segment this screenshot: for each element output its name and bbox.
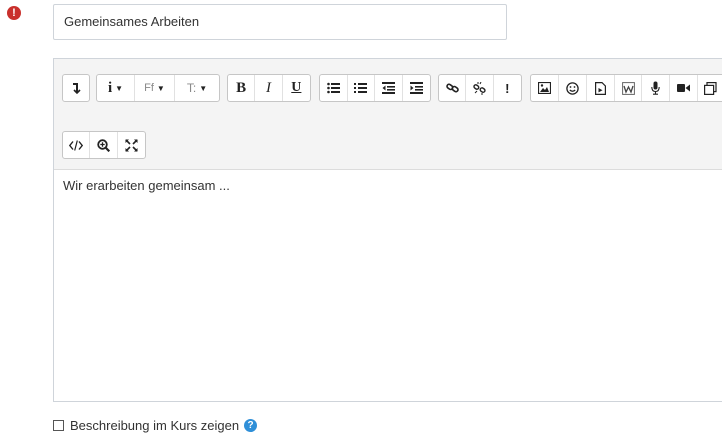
font-family-icon[interactable]: Ff ▼ [135,75,175,101]
bold-button[interactable]: B [228,75,256,101]
show-description-checkbox[interactable] [53,420,64,431]
outdent-icon[interactable] [375,75,403,101]
link-icon[interactable] [439,75,467,101]
question-icon[interactable]: ? [244,419,258,432]
show-description-label: Beschreibung im Kurs zeigen [70,418,240,433]
html-icon[interactable] [63,132,91,158]
editor-toolbar: i ▼ Ff ▼ T: ▼ B I U ! [54,59,722,170]
toolbar-group-links: ! [438,74,522,102]
toolbar-group-lists [319,74,431,102]
info-style-icon[interactable]: i ▼ [97,75,135,101]
show-description-row: Beschreibung im Kurs zeigen ? [53,418,258,433]
italic-label: I [266,79,272,96]
numbered-list-icon[interactable] [348,75,375,101]
italic-button[interactable]: I [255,75,283,101]
toolbar-group-style: i ▼ Ff ▼ T: ▼ [96,74,220,102]
toolbar-group-format: B I U [227,74,311,102]
toolbar-group-other [62,131,146,159]
fullscreen-icon[interactable] [118,132,145,158]
media-icon[interactable] [587,75,615,101]
bullet-list-icon[interactable] [320,75,348,101]
image-icon[interactable] [531,75,559,101]
required-icon: ! [7,6,21,20]
font-family-label: Ff [144,82,154,94]
no-autolink-icon[interactable]: ! [494,75,521,101]
unlink-icon[interactable] [466,75,494,101]
no-autolink-label: ! [505,80,510,96]
info-label: i [107,79,113,96]
indent-icon[interactable] [403,75,430,101]
wiris-icon[interactable] [615,75,643,101]
name-input[interactable]: Gemeinsames Arbeiten [53,4,507,40]
toolbar-group-media [530,74,722,102]
atto-editor: i ▼ Ff ▼ T: ▼ B I U ! Wir erarbeiten gem… [53,58,722,402]
font-size-icon[interactable]: T: ▼ [175,75,219,101]
manage-files-icon[interactable] [698,75,722,101]
bold-label: B [236,79,247,96]
toolbar-group-collapse [62,74,90,102]
record-video-icon[interactable] [670,75,699,101]
editor-content[interactable]: Wir erarbeiten gemeinsam ... [54,169,722,401]
record-audio-icon[interactable] [642,75,671,101]
emoticon-icon[interactable] [559,75,587,101]
font-size-label: T: [186,81,197,95]
underline-button[interactable]: U [283,75,310,101]
collapse-icon[interactable] [63,75,89,101]
underline-label: U [291,80,302,95]
zoom-icon[interactable] [90,132,118,158]
